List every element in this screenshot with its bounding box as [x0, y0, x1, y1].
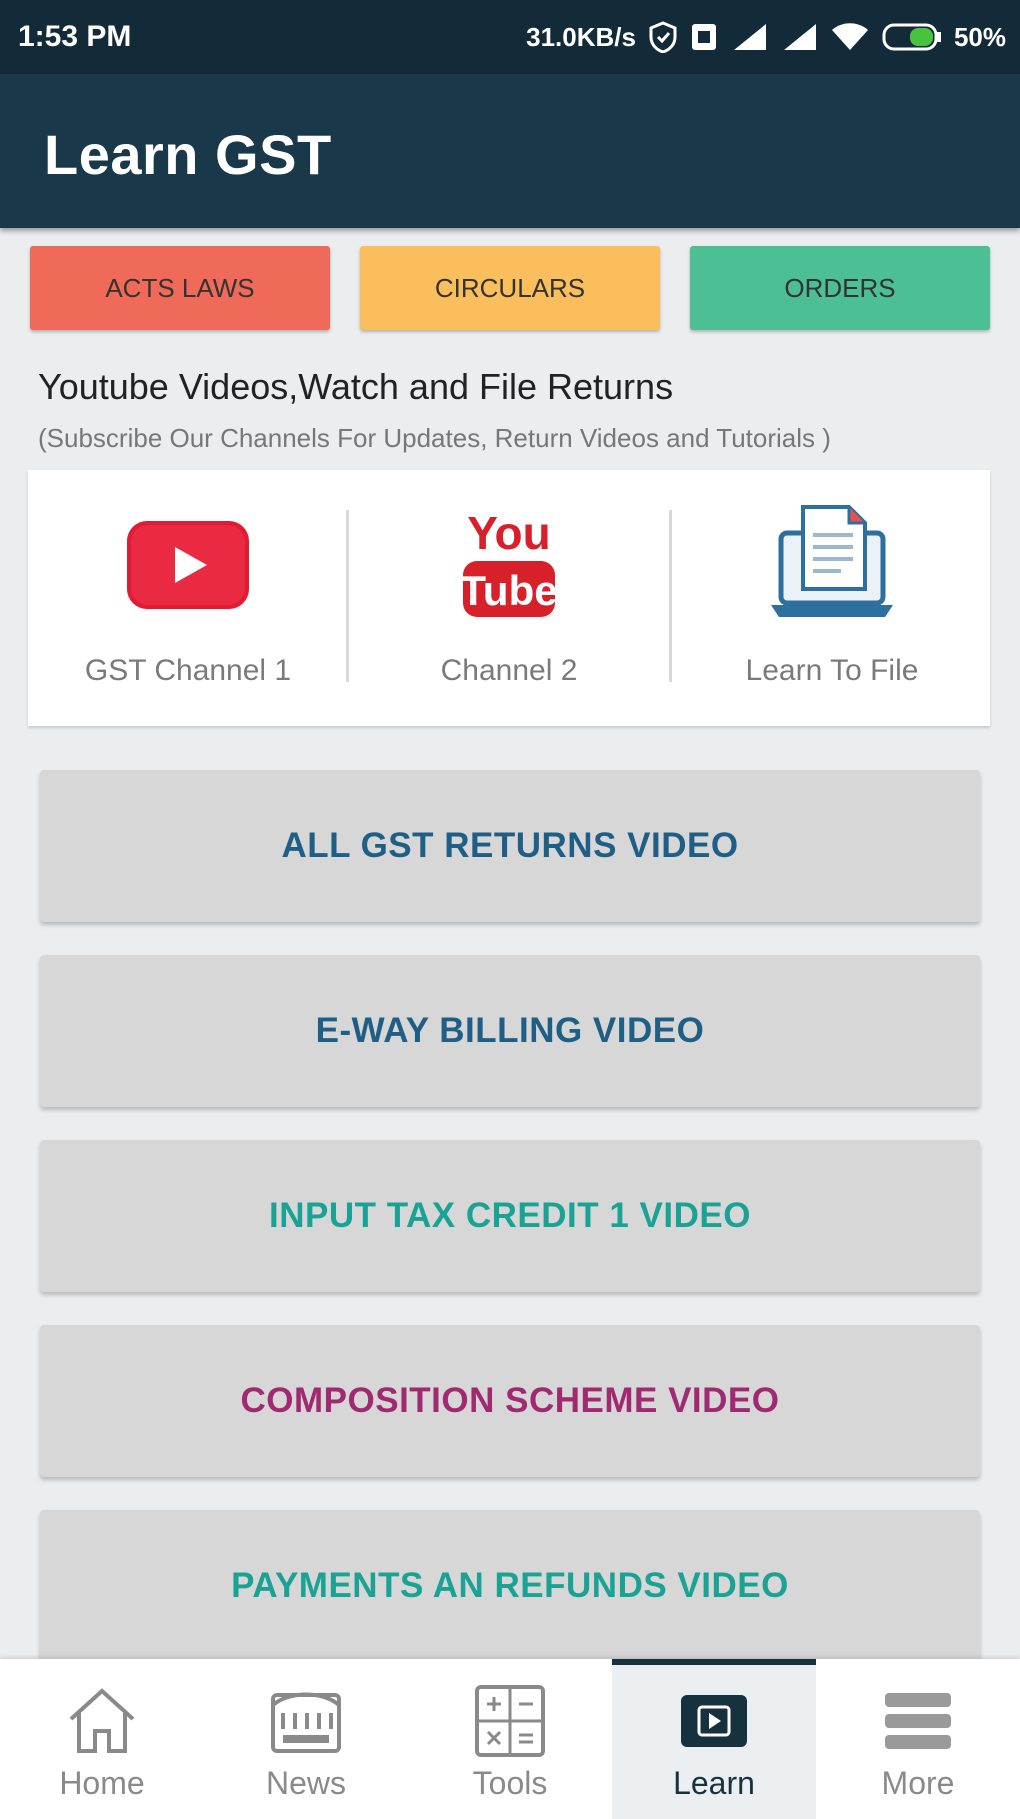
page-title: Learn GST — [44, 123, 332, 186]
signal-icon-2 — [782, 22, 818, 52]
circulars-button[interactable]: CIRCULARS — [360, 246, 660, 330]
bottom-nav: Home News Tools Learn More — [0, 1659, 1020, 1819]
wifi-icon — [830, 22, 870, 52]
nav-more[interactable]: More — [816, 1659, 1020, 1819]
status-time: 1:53 PM — [18, 20, 132, 53]
status-bar: 1:53 PM 31.0KB/s 50% — [0, 0, 1020, 74]
channel-card: GST Channel 1 You Tube Channel 2 Learn T… — [28, 470, 990, 726]
channel-gst-1[interactable]: GST Channel 1 — [28, 470, 348, 726]
channel-label: GST Channel 1 — [84, 654, 292, 687]
calculator-icon — [473, 1681, 547, 1761]
signal-icon — [730, 22, 770, 52]
nav-label: Tools — [472, 1765, 548, 1801]
nav-label: Home — [59, 1765, 145, 1801]
composition-scheme-video-button[interactable]: COMPOSITION SCHEME VIDEO — [40, 1325, 980, 1477]
network-speed: 31.0KB/s — [526, 21, 636, 52]
input-tax-credit-video-button[interactable]: INPUT TAX CREDIT 1 VIDEO — [40, 1140, 980, 1292]
video-play-icon — [679, 1681, 749, 1761]
section-subtitle: (Subscribe Our Channels For Updates, Ret… — [38, 423, 831, 453]
channel-2[interactable]: You Tube Channel 2 — [349, 470, 669, 726]
channel-label: Channel 2 — [440, 654, 578, 687]
svg-text:Tube: Tube — [460, 567, 557, 614]
sim-icon — [690, 22, 718, 52]
nav-label: More — [881, 1765, 955, 1801]
shield-icon — [648, 21, 678, 53]
orders-button[interactable]: ORDERS — [690, 246, 990, 330]
e-way-billing-video-button[interactable]: E-WAY BILLING VIDEO — [40, 955, 980, 1107]
battery-icon — [882, 22, 942, 52]
channel-learn-to-file[interactable]: Learn To File — [672, 470, 992, 726]
nav-tools[interactable]: Tools — [408, 1659, 612, 1819]
nav-label: Learn — [673, 1765, 755, 1801]
home-icon — [65, 1681, 139, 1761]
newspaper-icon — [269, 1681, 343, 1761]
youtube-logo-icon: You Tube — [459, 500, 559, 630]
acts-laws-button[interactable]: ACTS LAWS — [30, 246, 330, 330]
nav-label: News — [265, 1765, 346, 1801]
channel-label: Learn To File — [745, 654, 919, 687]
app-bar: Learn GST — [0, 74, 1020, 228]
youtube-play-icon — [125, 500, 251, 630]
all-gst-returns-video-button[interactable]: ALL GST RETURNS VIDEO — [40, 770, 980, 922]
laptop-document-icon — [769, 500, 895, 630]
nav-learn[interactable]: Learn — [612, 1659, 816, 1819]
battery-percent: 50% — [953, 21, 1006, 52]
section-title: Youtube Videos,Watch and File Returns — [38, 366, 674, 407]
nav-home[interactable]: Home — [0, 1659, 204, 1819]
payments-refunds-video-button[interactable]: PAYMENTS AN REFUNDS VIDEO — [40, 1510, 980, 1662]
status-icons: 31.0KB/s 50% — [526, 21, 1006, 53]
nav-news[interactable]: News — [204, 1659, 408, 1819]
stack-icon — [881, 1681, 955, 1761]
svg-text:You: You — [467, 507, 550, 559]
